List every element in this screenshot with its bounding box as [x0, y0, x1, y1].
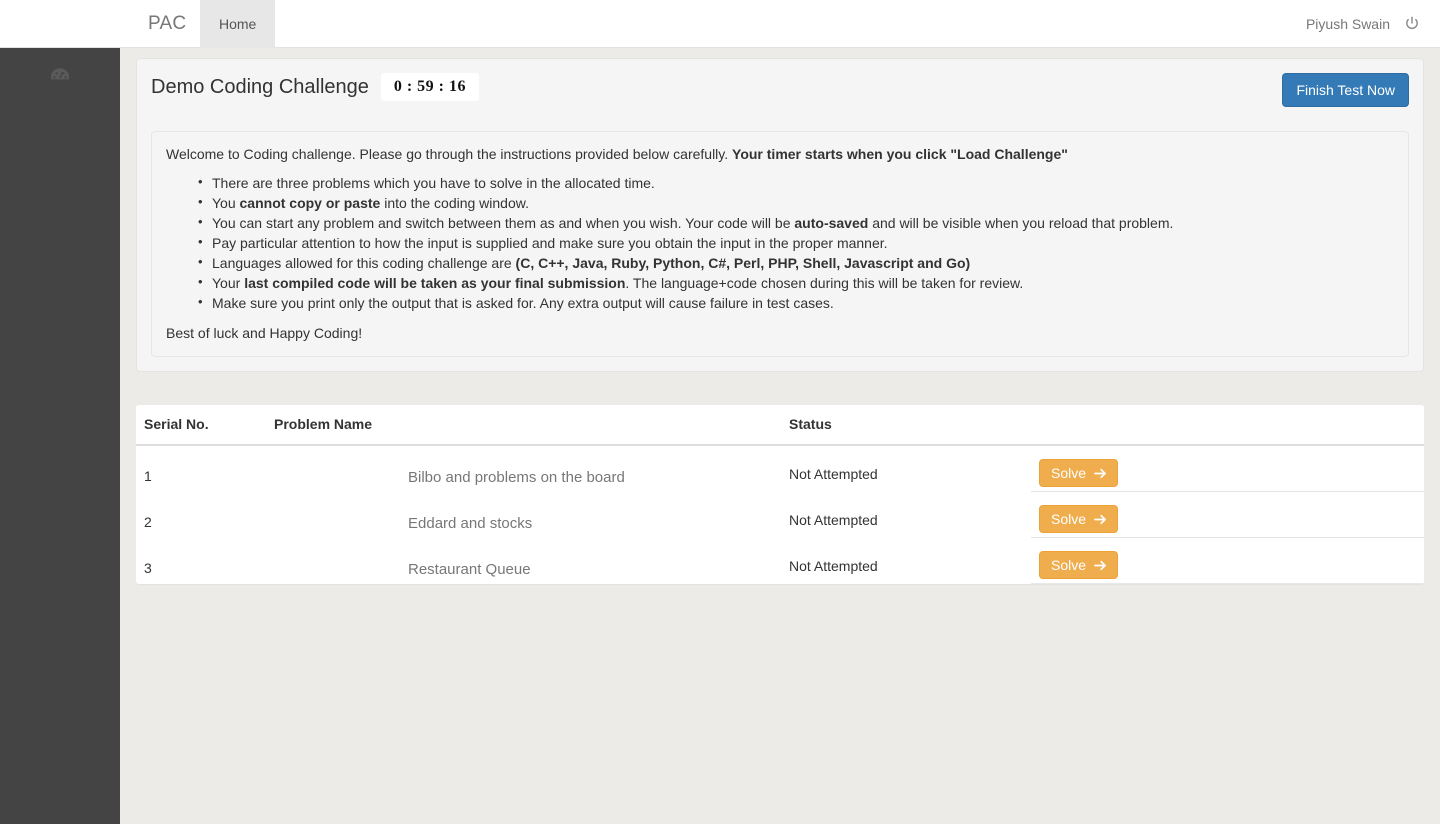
- instruction-text: into the coding window.: [380, 195, 529, 211]
- power-icon[interactable]: [1404, 16, 1420, 32]
- cell-problem-name: Restaurant Queue: [266, 546, 781, 584]
- instructions-box: Welcome to Coding challenge. Please go t…: [151, 131, 1409, 357]
- instruction-text: You can start any problem and switch bet…: [212, 215, 794, 231]
- cell-status: Not Attempted: [781, 543, 1031, 584]
- sidebar-item-dashboard[interactable]: [0, 48, 120, 104]
- nav-tabs: Home: [200, 0, 275, 48]
- finish-test-button[interactable]: Finish Test Now: [1282, 73, 1409, 107]
- instruction-emphasis: cannot copy or paste: [240, 195, 381, 211]
- instruction-text: Languages allowed for this coding challe…: [212, 255, 516, 271]
- problems-table-card: Serial No. Problem Name Status 1Bilbo an…: [136, 405, 1424, 584]
- table-header-row: Serial No. Problem Name Status: [136, 405, 1424, 445]
- instruction-text: Your: [212, 275, 244, 291]
- cell-serial-no: 1: [136, 453, 266, 499]
- arrow-right-icon: [1094, 467, 1107, 480]
- instruction-item: Pay particular attention to how the inpu…: [198, 234, 1394, 252]
- instruction-text: . The language+code chosen during this w…: [625, 275, 1023, 291]
- table-body: 1Bilbo and problems on the boardNot Atte…: [136, 445, 1424, 583]
- cell-status: Not Attempted: [781, 451, 1031, 497]
- cell-serial-no: 2: [136, 499, 266, 545]
- solve-button-label: Solve: [1051, 558, 1086, 572]
- solve-button[interactable]: Solve: [1039, 459, 1118, 487]
- instruction-emphasis: last compiled code will be taken as your…: [244, 275, 625, 291]
- instruction-text: and will be visible when you reload that…: [868, 215, 1173, 231]
- problems-table: Serial No. Problem Name Status 1Bilbo an…: [136, 405, 1424, 584]
- column-header-serial: Serial No.: [136, 405, 266, 445]
- panel-header: Demo Coding Challenge 0 : 59 : 16 Finish…: [137, 59, 1423, 131]
- cell-action: Solve: [1031, 491, 1424, 537]
- cell-problem-name: Bilbo and problems on the board: [266, 454, 781, 500]
- instruction-text: Pay particular attention to how the inpu…: [212, 235, 888, 251]
- countdown-timer: 0 : 59 : 16: [381, 73, 479, 101]
- arrow-right-icon: [1094, 559, 1107, 572]
- solve-button-label: Solve: [1051, 512, 1086, 526]
- cell-status: Not Attempted: [781, 497, 1031, 543]
- arrow-right-icon: [1094, 513, 1107, 526]
- solve-button[interactable]: Solve: [1039, 505, 1118, 533]
- top-navbar: PAC Home Piyush Swain: [0, 0, 1440, 48]
- instructions-intro: Welcome to Coding challenge. Please go t…: [166, 144, 1394, 164]
- instruction-item: Languages allowed for this coding challe…: [198, 254, 1394, 272]
- cell-action: Solve: [1031, 537, 1424, 583]
- instructions-list: There are three problems which you have …: [166, 174, 1394, 312]
- instruction-emphasis: auto-saved: [794, 215, 868, 231]
- instruction-text: You: [212, 195, 240, 211]
- challenge-panel: Demo Coding Challenge 0 : 59 : 16 Finish…: [136, 58, 1424, 372]
- dashboard-icon: [49, 66, 71, 86]
- brand-logo[interactable]: PAC: [148, 0, 186, 48]
- navbar-right: Piyush Swain: [1306, 0, 1440, 48]
- tab-home[interactable]: Home: [200, 0, 275, 48]
- left-sidebar: [0, 48, 120, 824]
- instruction-item: You can start any problem and switch bet…: [198, 214, 1394, 232]
- content-area: Demo Coding Challenge 0 : 59 : 16 Finish…: [120, 48, 1440, 824]
- instruction-item: Make sure you print only the output that…: [198, 294, 1394, 312]
- instructions-intro-bold: Your timer starts when you click "Load C…: [732, 146, 1068, 162]
- solve-button[interactable]: Solve: [1039, 551, 1118, 579]
- instruction-item: There are three problems which you have …: [198, 174, 1394, 192]
- solve-button-label: Solve: [1051, 466, 1086, 480]
- instruction-emphasis: (C, C++, Java, Ruby, Python, C#, Perl, P…: [516, 255, 971, 271]
- instruction-item: You cannot copy or paste into the coding…: [198, 194, 1394, 212]
- column-header-problem-name: Problem Name: [266, 405, 781, 445]
- user-name: Piyush Swain: [1306, 16, 1390, 32]
- page-title: Demo Coding Challenge: [151, 73, 369, 101]
- column-header-action: [1031, 405, 1424, 445]
- cell-problem-name: Eddard and stocks: [266, 500, 781, 546]
- table-row: 1Bilbo and problems on the boardNot Atte…: [136, 445, 1424, 491]
- table-header: Serial No. Problem Name Status: [136, 405, 1424, 445]
- instruction-text: There are three problems which you have …: [212, 175, 655, 191]
- cell-action: Solve: [1031, 445, 1424, 491]
- instructions-outro: Best of luck and Happy Coding!: [166, 324, 1394, 342]
- instructions-intro-plain: Welcome to Coding challenge. Please go t…: [166, 146, 732, 162]
- cell-serial-no: 3: [136, 545, 266, 584]
- instruction-item: Your last compiled code will be taken as…: [198, 274, 1394, 292]
- instruction-text: Make sure you print only the output that…: [212, 295, 834, 311]
- column-header-status: Status: [781, 405, 1031, 445]
